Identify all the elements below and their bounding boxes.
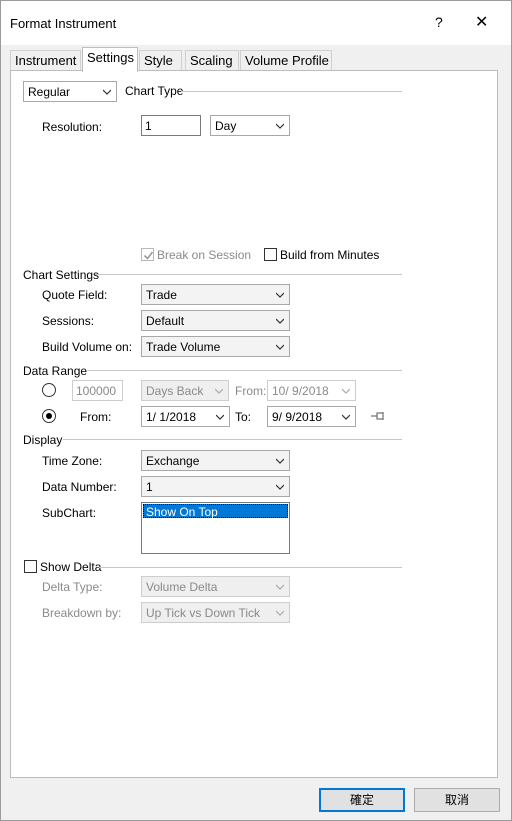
data-range-divider: [86, 370, 402, 371]
chart-style-value: Regular: [28, 85, 71, 99]
window-title: Format Instrument: [10, 16, 117, 31]
time-zone-select[interactable]: Exchange: [141, 450, 290, 471]
from-date-picker[interactable]: 1/ 1/2018: [141, 406, 230, 427]
title-bar: Format Instrument ? ✕: [1, 1, 511, 45]
chart-settings-divider: [95, 274, 402, 275]
days-back-unit-value: Days Back: [146, 384, 204, 398]
chevron-down-icon: [276, 584, 284, 590]
break-on-session-checkbox[interactable]: [141, 248, 154, 261]
quote-field-label: Quote Field:: [42, 288, 108, 302]
chevron-down-icon: [276, 610, 284, 616]
sessions-select[interactable]: Default: [141, 310, 290, 331]
chevron-down-icon: [216, 414, 224, 420]
from-disabled-date-picker[interactable]: 10/ 9/2018: [267, 380, 356, 401]
chart-type-divider: [181, 91, 402, 92]
to-date-value: 9/ 9/2018: [272, 410, 323, 424]
data-number-select[interactable]: 1: [141, 476, 290, 497]
close-icon[interactable]: ✕: [475, 12, 488, 32]
days-back-radio[interactable]: [42, 383, 56, 397]
build-volume-value: Trade Volume: [146, 340, 221, 354]
tab-strip: Instrument Settings Style Scaling Volume…: [10, 47, 510, 72]
build-volume-label: Build Volume on:: [42, 340, 133, 354]
delta-type-label: Delta Type:: [42, 580, 103, 594]
settings-panel: [10, 70, 498, 778]
chevron-down-icon: [342, 388, 350, 394]
sessions-value: Default: [146, 314, 185, 328]
subchart-listbox[interactable]: Show On Top: [141, 502, 290, 554]
from-date-value: 1/ 1/2018: [146, 410, 197, 424]
cancel-button[interactable]: 取消: [414, 788, 500, 812]
subchart-label: SubChart:: [42, 506, 97, 520]
tab-settings[interactable]: Settings: [82, 47, 138, 72]
days-back-input[interactable]: 100000: [72, 380, 123, 401]
resolution-input[interactable]: 1: [141, 115, 201, 136]
data-number-value: 1: [146, 480, 153, 494]
tab-instrument[interactable]: Instrument: [10, 50, 81, 71]
quote-field-select[interactable]: Trade: [141, 284, 290, 305]
chevron-down-icon: [276, 318, 284, 324]
chart-settings-group-label: Chart Settings: [23, 268, 104, 282]
display-divider: [63, 439, 402, 440]
chevron-down-icon: [276, 458, 284, 464]
delta-type-value: Volume Delta: [146, 580, 218, 594]
resolution-label: Resolution:: [42, 120, 103, 134]
show-delta-divider: [99, 567, 402, 568]
chevron-down-icon: [276, 344, 284, 350]
chevron-down-icon: [342, 414, 350, 420]
chevron-down-icon: [215, 388, 223, 394]
build-volume-select[interactable]: Trade Volume: [141, 336, 290, 357]
chevron-down-icon: [276, 484, 284, 490]
breakdown-select[interactable]: Up Tick vs Down Tick: [141, 602, 290, 623]
breakdown-value: Up Tick vs Down Tick: [146, 606, 261, 620]
pin-icon[interactable]: [371, 411, 387, 421]
tab-scaling[interactable]: Scaling: [185, 50, 239, 71]
chevron-down-icon: [276, 123, 284, 129]
days-back-unit-select[interactable]: Days Back: [141, 380, 229, 401]
time-zone-value: Exchange: [146, 454, 200, 468]
chevron-down-icon: [103, 89, 111, 95]
display-group-label: Display: [23, 433, 67, 447]
radio-selected-dot: [46, 413, 52, 419]
from-disabled-label: From:: [235, 384, 267, 398]
data-range-group-label: Data Range: [23, 364, 92, 378]
show-delta-checkbox[interactable]: [24, 560, 37, 573]
ok-button[interactable]: 確定: [319, 788, 405, 812]
breakdown-label: Breakdown by:: [42, 606, 122, 620]
to-date-picker[interactable]: 9/ 9/2018: [267, 406, 356, 427]
from-label: From:: [80, 410, 112, 424]
chart-style-select[interactable]: Regular: [23, 81, 117, 102]
to-label: To:: [235, 410, 252, 424]
subchart-option[interactable]: Show On Top: [143, 504, 288, 519]
from-to-radio[interactable]: [42, 409, 56, 423]
chart-type-group-label: Chart Type: [125, 84, 188, 98]
break-on-session-label: Break on Session: [157, 248, 252, 262]
checkmark-icon: [143, 251, 154, 260]
show-delta-label: Show Delta: [40, 560, 106, 574]
delta-type-select[interactable]: Volume Delta: [141, 576, 290, 597]
chevron-down-icon: [276, 292, 284, 298]
quote-field-value: Trade: [146, 288, 177, 302]
from-disabled-date-value: 10/ 9/2018: [272, 384, 329, 398]
build-from-minutes-label: Build from Minutes: [280, 248, 380, 262]
resolution-unit-value: Day: [215, 119, 237, 133]
tab-volume-profile[interactable]: Volume Profile: [240, 50, 332, 71]
data-number-label: Data Number:: [42, 480, 117, 494]
tab-style[interactable]: Style: [139, 50, 182, 71]
help-icon[interactable]: ?: [435, 14, 443, 30]
build-from-minutes-checkbox[interactable]: [264, 248, 277, 261]
format-instrument-dialog: Format Instrument ? ✕ Instrument Setting…: [0, 0, 512, 821]
time-zone-label: Time Zone:: [42, 454, 103, 468]
sessions-label: Sessions:: [42, 314, 95, 328]
resolution-unit-select[interactable]: Day: [210, 115, 290, 136]
